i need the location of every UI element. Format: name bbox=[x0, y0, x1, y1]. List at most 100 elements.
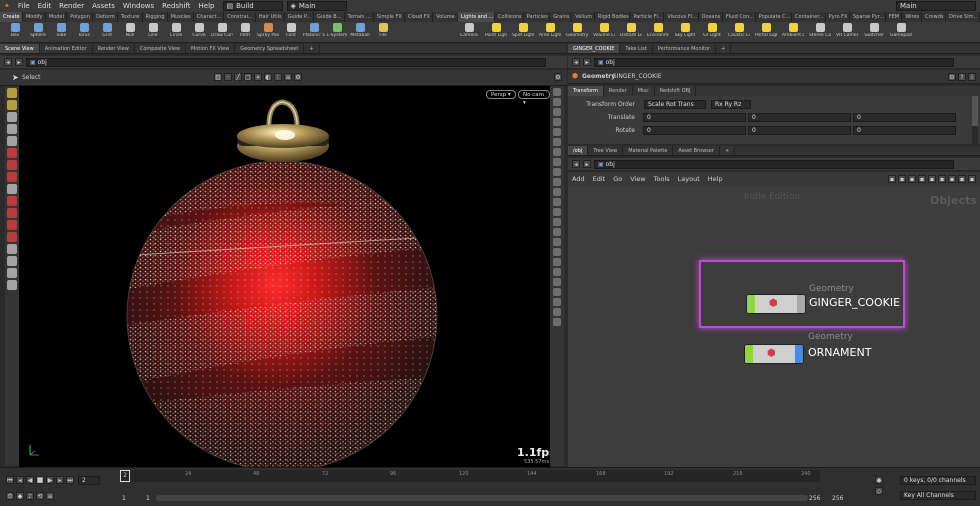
shelf-tool[interactable]: Box bbox=[4, 23, 26, 42]
shelf-tab[interactable]: Volume bbox=[433, 12, 458, 22]
rotate-x-field[interactable]: 0 bbox=[643, 126, 746, 135]
playback-end-value[interactable]: 256 bbox=[809, 495, 820, 502]
pane-tab[interactable]: Material Palette bbox=[623, 146, 674, 155]
step-forward-icon[interactable]: ▸ bbox=[56, 476, 64, 484]
shelf-tool[interactable]: Environment Light bbox=[647, 23, 669, 42]
node-body[interactable]: ⬢ bbox=[746, 294, 806, 314]
display-option-icon[interactable] bbox=[553, 188, 561, 196]
paint-icon[interactable] bbox=[7, 232, 17, 242]
scene-viewport[interactable]: Persp ▾ No cam ▾ 1.1fps 535.57ms bbox=[19, 86, 550, 467]
display-option-icon[interactable] bbox=[553, 248, 561, 256]
select-arrow-icon[interactable] bbox=[7, 124, 17, 134]
display-option-icon[interactable] bbox=[553, 158, 561, 166]
shelf-tab[interactable]: Oceans bbox=[699, 12, 723, 22]
pane-tab[interactable]: Motion FX View bbox=[186, 44, 236, 53]
forward-arrow-icon[interactable]: ▸ bbox=[15, 58, 23, 66]
display-option-icon[interactable] bbox=[553, 168, 561, 176]
shelf-tab[interactable]: Grains bbox=[550, 12, 573, 22]
param-tab[interactable]: Misc bbox=[633, 86, 655, 96]
pane-tab[interactable]: Asset Browser bbox=[673, 146, 720, 155]
handle-tool-icon[interactable] bbox=[7, 88, 17, 98]
pane-tab[interactable]: Performance Monitor bbox=[653, 44, 717, 53]
shelf-tab[interactable]: Create bbox=[0, 12, 23, 22]
shelf-tab[interactable]: Muscles bbox=[168, 12, 194, 22]
network-editor[interactable]: Indie Edition Objects Geometry ⬢ GINGER_… bbox=[568, 186, 980, 467]
pin-icon[interactable]: ▪ bbox=[888, 175, 896, 183]
audio-icon[interactable]: ♪ bbox=[26, 492, 34, 500]
select-visible-icon[interactable]: ◐ bbox=[264, 73, 272, 81]
pane-tab[interactable]: Tree View bbox=[588, 146, 624, 155]
shelf-tab[interactable]: Constrai... bbox=[224, 12, 256, 22]
node-body[interactable]: ⬢ bbox=[744, 344, 804, 364]
info-icon[interactable]: i bbox=[968, 73, 976, 81]
rotate-z-field[interactable]: 0 bbox=[853, 126, 956, 135]
pane-tab[interactable]: Take List bbox=[620, 44, 653, 53]
shelf-tab[interactable]: Guide B... bbox=[314, 12, 345, 22]
select-prims-icon[interactable]: ▢ bbox=[244, 73, 252, 81]
shelf-tool[interactable]: Draw Curve bbox=[211, 23, 233, 42]
node-flag-render[interactable] bbox=[795, 345, 803, 363]
grid-icon[interactable]: ▪ bbox=[898, 175, 906, 183]
right-bottom-path-field[interactable]: ▣ obj bbox=[594, 159, 954, 169]
shelf-tab[interactable]: Cloud FX bbox=[405, 12, 434, 22]
range-end-value[interactable]: 256 bbox=[832, 495, 843, 502]
network-menu-item[interactable]: Help bbox=[704, 175, 727, 183]
houdini-logo-icon[interactable]: ✦ bbox=[0, 2, 14, 10]
view-tool-icon[interactable] bbox=[7, 112, 17, 122]
shape-palette-icon[interactable]: ▪ bbox=[958, 175, 966, 183]
play-icon[interactable]: ▶ bbox=[46, 476, 54, 484]
shelf-tab[interactable]: Rigging bbox=[143, 12, 168, 22]
rotate-y-field[interactable]: 0 bbox=[748, 126, 851, 135]
display-option-icon[interactable] bbox=[553, 88, 561, 96]
shelf-tab[interactable]: Crowds bbox=[922, 12, 947, 22]
forward-arrow-icon[interactable]: ▸ bbox=[583, 160, 591, 168]
shelf-tab[interactable]: Pyro FX bbox=[826, 12, 851, 22]
back-arrow-icon[interactable]: ◂ bbox=[572, 58, 580, 66]
info-icon[interactable]: ▪ bbox=[938, 175, 946, 183]
rotate-icon[interactable] bbox=[7, 160, 17, 170]
key-all-icon[interactable]: ◇ bbox=[875, 487, 883, 495]
add-tab-icon[interactable]: + bbox=[720, 146, 736, 155]
node-flag-render[interactable] bbox=[797, 295, 805, 313]
camera-tool-icon[interactable] bbox=[7, 268, 17, 278]
stop-icon[interactable]: ■ bbox=[36, 476, 44, 484]
playback-start-value[interactable]: 1 bbox=[146, 495, 150, 502]
menu-file[interactable]: File bbox=[14, 2, 34, 10]
display-option-icon[interactable] bbox=[553, 118, 561, 126]
shelf-tab[interactable]: Deform bbox=[93, 12, 118, 22]
select-groups-icon[interactable]: ⋮ bbox=[274, 73, 282, 81]
network-menu-item[interactable]: Layout bbox=[674, 175, 704, 183]
display-option-icon[interactable] bbox=[553, 218, 561, 226]
shelf-tab[interactable]: Particle Fl... bbox=[630, 12, 665, 22]
network-menu-item[interactable]: Tools bbox=[650, 175, 674, 183]
display-option-icon[interactable] bbox=[553, 238, 561, 246]
shelf-tool[interactable]: Gamepad Camera bbox=[890, 23, 912, 42]
display-option-icon[interactable] bbox=[553, 138, 561, 146]
select-points-icon[interactable]: · bbox=[224, 73, 232, 81]
shelf-tool[interactable]: Geometry Light bbox=[566, 23, 588, 42]
shelf-tool[interactable]: L-System bbox=[326, 23, 348, 42]
transform-icon[interactable] bbox=[7, 184, 17, 194]
shelf-tool[interactable]: Stereo Camera bbox=[809, 23, 831, 42]
shelf-tool[interactable]: Path bbox=[234, 23, 256, 42]
shelf-tab[interactable]: Terrain ... bbox=[345, 12, 374, 22]
gear-icon[interactable]: ⚙ bbox=[948, 73, 956, 81]
node-flag-display[interactable] bbox=[747, 295, 755, 313]
menu-windows[interactable]: Windows bbox=[119, 2, 158, 10]
shelf-tab[interactable]: Texture bbox=[118, 12, 143, 22]
play-reverse-icon[interactable]: ◀ bbox=[26, 476, 34, 484]
display-option-icon[interactable] bbox=[553, 98, 561, 106]
shelf-tab[interactable]: Vellum bbox=[572, 12, 595, 22]
shelf-tab[interactable]: FEM bbox=[886, 12, 903, 22]
pane-tab[interactable]: Render View bbox=[93, 44, 135, 53]
left-path-field[interactable]: ▣ obj bbox=[26, 57, 546, 67]
node-flag-display[interactable] bbox=[745, 345, 753, 363]
shelf-tool[interactable]: Grid bbox=[96, 23, 118, 42]
pose-tool-icon[interactable] bbox=[7, 100, 17, 110]
add-tab-icon[interactable]: + bbox=[716, 44, 732, 53]
display-option-icon[interactable] bbox=[553, 288, 561, 296]
shelf-tab[interactable]: Particles bbox=[524, 12, 551, 22]
viewport-settings-icon[interactable]: ⚙ bbox=[554, 73, 562, 81]
shelf-tool[interactable]: VR Camera bbox=[836, 23, 858, 42]
shelf-tab[interactable]: Fluid Con... bbox=[723, 12, 756, 22]
